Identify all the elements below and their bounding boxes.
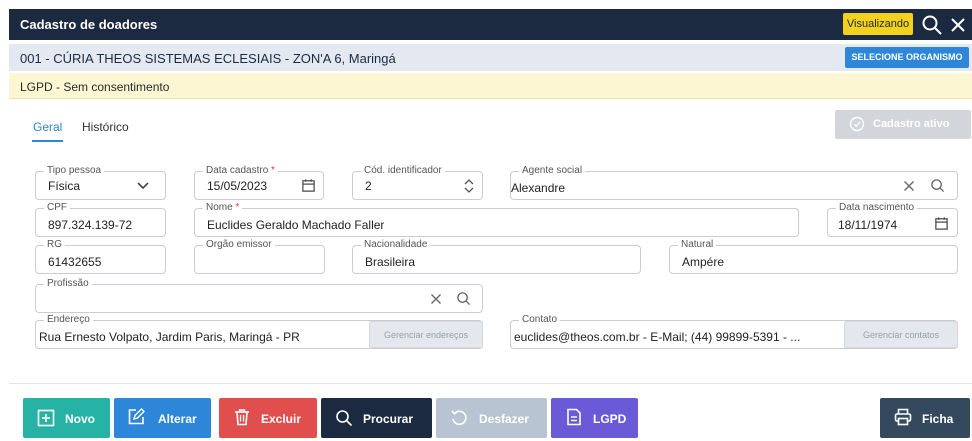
agente-social-value: Alexandre (511, 181, 566, 195)
gerenciar-enderecos-button[interactable]: Gerenciar endereços (369, 321, 483, 348)
calendar-icon[interactable] (934, 216, 949, 231)
clear-icon[interactable] (903, 180, 915, 192)
lgpd-button[interactable]: LGPD (551, 398, 638, 438)
natural-label: Natural (678, 239, 717, 251)
search-icon[interactable] (456, 291, 471, 306)
organism-name: 001 - CÚRIA THEOS SISTEMAS ECLESIAIS - Z… (20, 51, 396, 66)
data-cadastro-field[interactable]: Data cadastro * 15/05/2023 (194, 165, 324, 200)
natural-value: Ampére (682, 255, 725, 269)
ficha-label: Ficha (922, 412, 954, 426)
required-marker: * (271, 165, 275, 176)
lgpd-status-text: LGPD - Sem consentimento (20, 80, 170, 94)
tab-geral[interactable]: Geral (33, 120, 62, 134)
contato-value: euclides@theos.com.br - E-Mail; (44) 998… (514, 330, 801, 344)
active-tab-indicator (32, 140, 63, 142)
trash-icon (235, 409, 249, 426)
document-icon (567, 408, 581, 426)
profissao-field[interactable]: Profissão (35, 278, 483, 313)
rg-field[interactable]: RG 61432655 (35, 239, 166, 274)
clear-icon[interactable] (430, 293, 442, 305)
rg-value: 61432655 (48, 255, 102, 269)
ficha-button[interactable]: Ficha (880, 398, 970, 438)
search-icon[interactable] (920, 13, 944, 37)
data-cadastro-value: 15/05/2023 (207, 179, 268, 193)
cod-identificador-value: 2 (365, 179, 372, 193)
search-icon (336, 410, 353, 427)
rg-label: RG (44, 239, 65, 251)
profissao-label: Profissão (44, 278, 92, 290)
orgao-emissor-label: Orgão emissor (203, 239, 275, 251)
window-title: Cadastro de doadores (20, 17, 158, 32)
agente-social-label: Agente social (519, 165, 586, 177)
nome-label: Nome (206, 202, 233, 213)
nome-field[interactable]: Nome * Euclides Geraldo Machado Faller (194, 202, 799, 237)
procurar-button[interactable]: Procurar (321, 398, 432, 438)
contato-label: Contato (519, 314, 561, 326)
novo-label: Novo (65, 412, 95, 426)
mode-badge: Visualizando (843, 13, 913, 35)
cpf-field[interactable]: CPF 897.324.139-72 (35, 202, 166, 237)
tipo-pessoa-label: Tipo pessoa (44, 165, 105, 177)
undo-icon (451, 410, 467, 426)
endereco-label: Endereço (44, 314, 93, 326)
procurar-label: Procurar (363, 412, 414, 426)
excluir-button[interactable]: Excluir (219, 398, 317, 438)
contato-field[interactable]: Contato euclides@theos.com.br - E-Mail; … (510, 314, 958, 349)
data-nascimento-label: Data nascimento (836, 202, 918, 214)
close-icon[interactable] (946, 13, 970, 37)
excluir-label: Excluir (261, 412, 302, 426)
cadastro-ativo-label: Cadastro ativo (873, 118, 950, 130)
cadastro-ativo-button[interactable]: Cadastro ativo (835, 110, 971, 139)
cpf-value: 897.324.139-72 (48, 218, 133, 232)
plus-square-icon (37, 409, 55, 427)
nacionalidade-field[interactable]: Nacionalidade Brasileira (352, 239, 641, 274)
desfazer-label: Desfazer (479, 412, 530, 426)
endereco-value: Rua Ernesto Volpato, Jardim Paris, Marin… (39, 330, 300, 344)
cod-identificador-field[interactable]: Cód. identificador 2 (352, 165, 483, 200)
gerenciar-contatos-button[interactable]: Gerenciar contatos (844, 321, 958, 348)
select-organism-button[interactable]: SELECIONE ORGANISMO (845, 47, 969, 68)
alterar-button[interactable]: Alterar (114, 398, 211, 438)
nacionalidade-value: Brasileira (365, 255, 416, 269)
data-nascimento-value: 18/11/1974 (838, 218, 898, 232)
data-cadastro-label: Data cadastro (206, 165, 269, 176)
calendar-icon[interactable] (301, 178, 316, 193)
nacionalidade-label: Nacionalidade (361, 239, 431, 251)
lgpd-status-bar: LGPD - Sem consentimento (9, 73, 972, 99)
desfazer-button[interactable]: Desfazer (436, 398, 547, 438)
printer-icon (894, 408, 912, 426)
endereco-field[interactable]: Endereço Rua Ernesto Volpato, Jardim Par… (35, 314, 483, 349)
tipo-pessoa-select[interactable]: Tipo pessoa Física (35, 165, 166, 200)
tipo-pessoa-value: Física (48, 179, 81, 193)
novo-button[interactable]: Novo (23, 398, 110, 438)
search-icon[interactable] (930, 178, 945, 193)
required-marker: * (235, 202, 240, 213)
toolbar-divider (9, 383, 972, 384)
alterar-label: Alterar (158, 412, 197, 426)
agente-social-field[interactable]: Agente social Alexandre (510, 165, 958, 200)
data-nascimento-field[interactable]: Data nascimento 18/11/1974 (827, 202, 958, 237)
window-titlebar: Cadastro de doadores Visualizando (9, 9, 972, 40)
cpf-label: CPF (44, 202, 70, 214)
organism-bar: 001 - CÚRIA THEOS SISTEMAS ECLESIAIS - Z… (9, 44, 972, 71)
nome-value: Euclides Geraldo Machado Faller (207, 218, 385, 232)
orgao-emissor-field[interactable]: Orgão emissor (194, 239, 325, 274)
chevron-down-icon[interactable] (136, 180, 150, 192)
tab-historico[interactable]: Histórico (82, 120, 129, 134)
check-circle-icon (849, 116, 865, 132)
edit-icon (128, 408, 145, 425)
lgpd-label: LGPD (593, 412, 627, 426)
natural-field[interactable]: Natural Ampére (669, 239, 958, 274)
cod-identificador-label: Cód. identificador (361, 165, 445, 177)
spin-arrows-icon[interactable] (463, 177, 475, 195)
